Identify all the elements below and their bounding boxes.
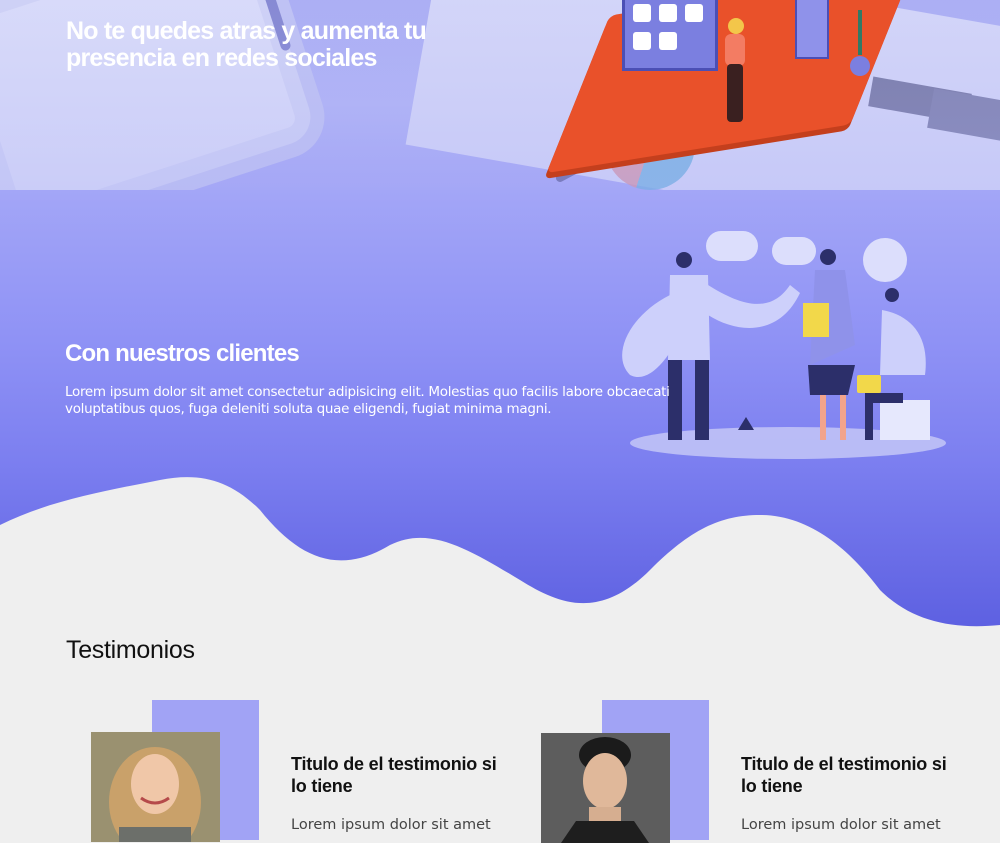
presenter-illustration — [722, 18, 748, 123]
testimonial-text: Lorem ipsum dolor sit amet — [741, 817, 941, 833]
plant-illustration — [848, 10, 872, 76]
hero-banner: No te quedes atras y aumenta tu presenci… — [0, 0, 1000, 190]
testimonial-photo-man — [541, 733, 670, 843]
clients-text: Lorem ipsum dolor sit amet consectetur a… — [65, 384, 670, 417]
team-illustration — [622, 231, 946, 459]
side-board-illustration — [795, 0, 829, 59]
clients-title: Con nuestros clientes — [65, 340, 300, 367]
video-call-board-illustration — [622, 0, 718, 71]
hero-title: No te quedes atras y aumenta tu presenci… — [66, 17, 427, 72]
testimonial-photo-woman — [91, 732, 220, 842]
testimonial-card: Titulo de el testimonio si lo tiene Lore… — [0, 700, 497, 842]
wave-divider — [0, 477, 1000, 640]
testimonial-card: Titulo de el testimonio si lo tiene Lore… — [450, 700, 947, 843]
testimonial-title: Titulo de el testimonio si lo tiene — [741, 754, 947, 796]
testimonials-heading: Testimonios — [66, 636, 195, 664]
